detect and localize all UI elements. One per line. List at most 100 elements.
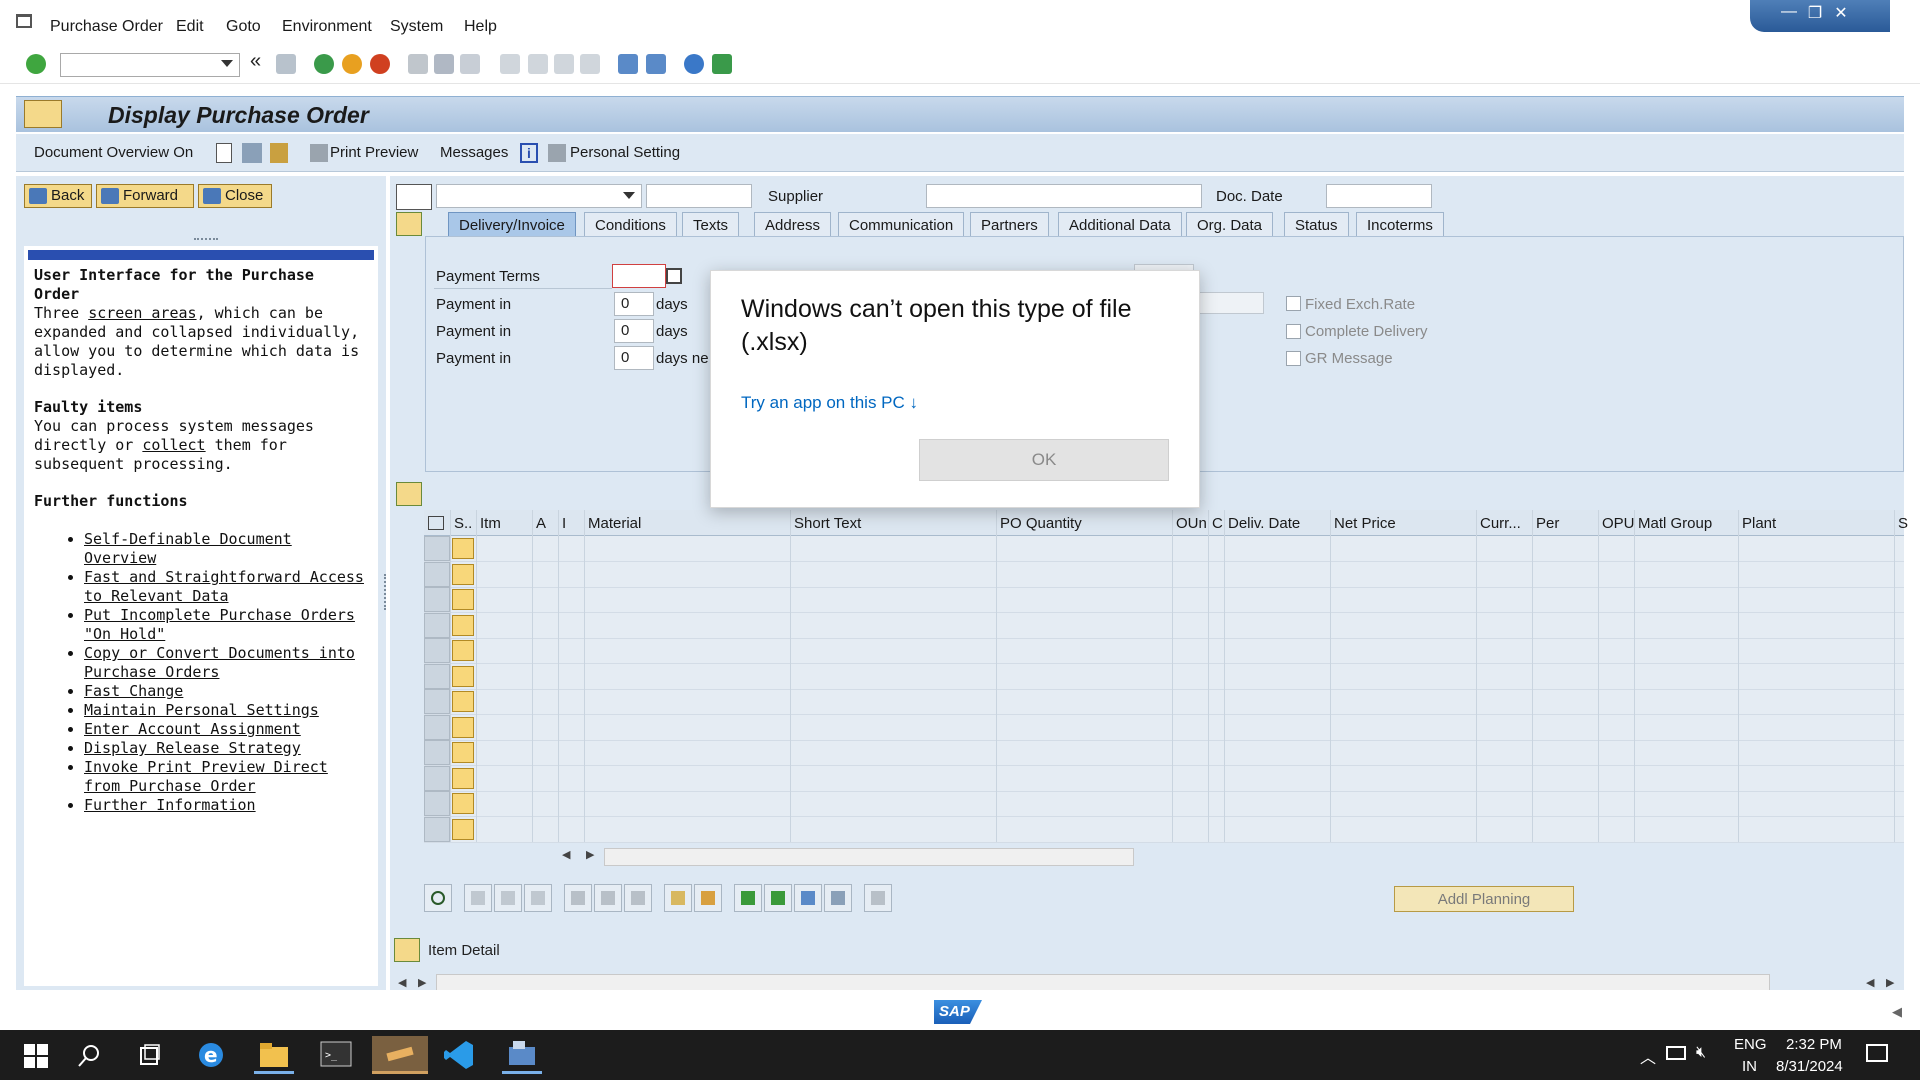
unlock-button[interactable] [624,884,652,912]
column-header[interactable]: S [1898,515,1908,532]
deselect-all-button[interactable] [524,884,552,912]
help-link[interactable]: Fast and Straightforward Access to Relev… [84,568,364,605]
close-button[interactable]: Close [198,184,272,208]
column-header[interactable]: Deliv. Date [1228,515,1300,532]
column-header[interactable]: S.. [454,515,472,532]
help-link[interactable]: Put Incomplete Purchase Orders "On Hold" [84,606,355,643]
create-session-icon[interactable] [618,54,638,74]
help-link[interactable]: Maintain Personal Settings [84,701,319,719]
help-link[interactable]: Invoke Print Preview Direct from Purchas… [84,758,328,795]
back-nav-icon[interactable] [314,54,334,74]
column-header[interactable]: Itm [480,515,501,532]
exit-icon[interactable] [342,54,362,74]
hold-icon[interactable] [270,143,288,163]
column-header[interactable]: A [536,515,546,532]
row-selector[interactable] [424,689,450,714]
sort-desc-button[interactable] [764,884,792,912]
row-selector[interactable] [424,740,450,765]
payment-days-field-1[interactable]: 0 [614,292,654,316]
lock-button[interactable] [594,884,622,912]
filter-off-button[interactable] [824,884,852,912]
item-detail-expand-icon[interactable] [394,938,420,962]
header-expand-icon[interactable] [396,212,422,236]
menu-purchase-order[interactable]: Purchase Order [50,18,163,36]
row-status-cell[interactable] [452,589,474,610]
row-status-cell[interactable] [452,717,474,738]
supplier-field[interactable] [926,184,1202,208]
personal-setting-icon[interactable] [548,144,566,162]
language-indicator-bottom[interactable]: IN [1742,1058,1757,1075]
delete-button[interactable] [564,884,592,912]
chevron-down-icon[interactable] [623,192,635,199]
find-next-icon[interactable] [460,54,480,74]
po-number-field[interactable] [646,184,752,208]
print-preview-icon[interactable] [310,144,328,162]
doc-date-field[interactable] [1326,184,1432,208]
tab-status[interactable]: Status [1284,212,1349,238]
sap-gui-icon[interactable] [502,1036,542,1074]
help-link[interactable]: Further Information [84,796,256,814]
export-button[interactable] [864,884,892,912]
help-link[interactable]: Self-Definable Document Overview [84,530,292,567]
vscode-icon[interactable] [440,1036,480,1074]
messages-button[interactable]: Messages [440,144,508,161]
print-icon[interactable] [408,54,428,74]
volume-muted-icon[interactable]: 🔇︎ [1696,1044,1706,1062]
minimize-button[interactable]: — [1778,3,1800,23]
column-header[interactable]: Matl Group [1638,515,1712,532]
column-header[interactable]: OUn [1176,515,1207,532]
table-settings-icon[interactable] [428,516,444,530]
help-link[interactable]: Fast Change [84,682,183,700]
column-header[interactable]: Per [1536,515,1559,532]
help-link[interactable]: Display Release Strategy [84,739,301,757]
table-horizontal-scrollbar[interactable] [604,848,1134,866]
tab-communication[interactable]: Communication [838,212,965,238]
main-scroll-right-icon[interactable]: ▶ [418,976,426,989]
close-window-button[interactable]: ✕ [1830,3,1852,23]
split-button[interactable] [694,884,722,912]
column-header[interactable]: Plant [1742,515,1776,532]
column-header[interactable]: OPU [1602,515,1635,532]
personal-setting-button[interactable]: Personal Setting [570,144,680,161]
language-indicator-top[interactable]: ENG [1734,1036,1767,1053]
column-header[interactable]: C [1212,515,1223,532]
transaction-icon[interactable] [24,100,62,128]
forward-button[interactable]: Forward [96,184,194,208]
row-status-cell[interactable] [452,538,474,559]
row-selector[interactable] [424,817,450,842]
menu-system[interactable]: System [390,18,443,36]
column-header[interactable]: Material [588,515,641,532]
enter-icon[interactable] [26,54,46,74]
tab-delivery-invoice[interactable]: Delivery/Invoice [448,212,576,238]
main-scroll-left-icon[interactable]: ◀ [398,976,406,989]
sap-logon-icon[interactable] [372,1036,428,1074]
try-app-link[interactable]: Try an app on this PC ↓ [741,393,918,413]
menu-edit[interactable]: Edit [176,18,204,36]
payment-days-field-2[interactable]: 0 [614,319,654,343]
cart-icon[interactable] [396,184,432,210]
row-selector[interactable] [424,638,450,663]
menu-icon[interactable] [16,14,32,28]
fixed-exch-rate-checkbox[interactable] [1286,296,1301,311]
items-expand-icon[interactable] [396,482,422,506]
help-icon[interactable] [684,54,704,74]
tab-org-data[interactable]: Org. Data [1186,212,1274,238]
payment-days-field-3[interactable]: 0 [614,346,654,370]
select-all-button[interactable] [464,884,492,912]
layout-icon[interactable] [712,54,732,74]
row-selector[interactable] [424,536,450,561]
menu-help[interactable]: Help [464,18,497,36]
help-link[interactable]: Enter Account Assignment [84,720,301,738]
restore-button[interactable]: ❐ [1804,3,1826,23]
clock-time[interactable]: 2:32 PM [1786,1036,1842,1053]
cancel-icon[interactable] [370,54,390,74]
clock-date[interactable]: 8/31/2024 [1776,1058,1843,1075]
select-block-button[interactable] [494,884,522,912]
row-status-cell[interactable] [452,793,474,814]
row-selector[interactable] [424,791,450,816]
row-status-cell[interactable] [452,768,474,789]
info-icon[interactable]: i [520,143,538,163]
row-selector[interactable] [424,715,450,740]
network-icon[interactable] [1666,1046,1686,1060]
copy-icon[interactable] [666,268,682,284]
